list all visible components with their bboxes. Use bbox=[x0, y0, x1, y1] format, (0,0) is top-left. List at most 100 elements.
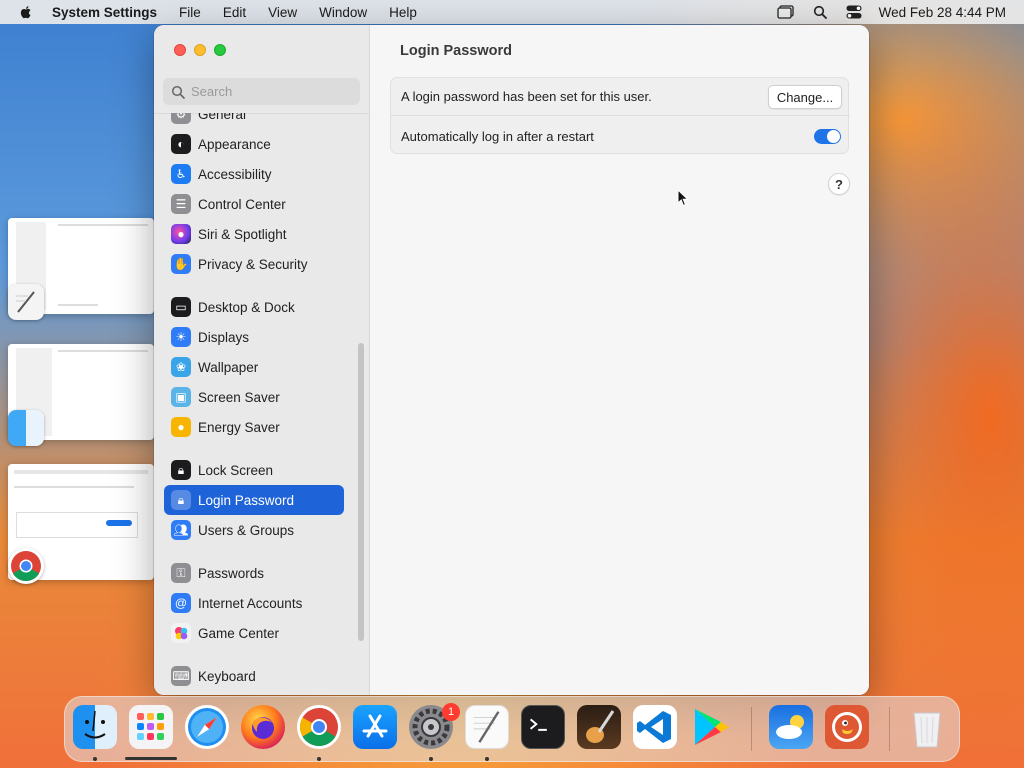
launchpad-indicator bbox=[125, 757, 177, 760]
textedit-app-icon[interactable] bbox=[8, 284, 44, 320]
sidebar-item-label: Keyboard bbox=[198, 668, 256, 684]
keyboard-icon: ⌨ bbox=[171, 666, 191, 686]
chrome-app-icon[interactable] bbox=[8, 548, 44, 584]
dock: 1 bbox=[64, 696, 960, 762]
sidebar-item-label: Displays bbox=[198, 329, 250, 345]
menu-help[interactable]: Help bbox=[389, 5, 417, 20]
window-close-button[interactable] bbox=[174, 44, 186, 56]
sidebar-item-general[interactable]: ⚙ General bbox=[164, 113, 344, 129]
system-settings-window: ⚙ General ◐ Appearance ♿ Accessibility ☰… bbox=[154, 25, 869, 695]
accessibility-icon: ♿ bbox=[171, 164, 191, 184]
sidebar-item-privacy-security[interactable]: ✋ Privacy & Security bbox=[164, 249, 344, 279]
sidebar-item-label: Accessibility bbox=[198, 166, 272, 182]
google-play-dock-icon[interactable] bbox=[689, 705, 733, 749]
firefox-dock-icon[interactable] bbox=[241, 705, 285, 749]
weather-dock-icon[interactable] bbox=[769, 705, 813, 749]
sidebar-item-internet-accounts[interactable]: @ Internet Accounts bbox=[164, 588, 344, 618]
change-password-button[interactable]: Change... bbox=[768, 85, 842, 109]
sidebar-item-login-password[interactable]: 🔒︎ Login Password bbox=[164, 485, 344, 515]
finder-app-icon[interactable] bbox=[8, 410, 44, 446]
users-icon: 👥︎ bbox=[171, 520, 191, 540]
menu-edit[interactable]: Edit bbox=[223, 5, 246, 20]
autologin-row: Automatically log in after a restart bbox=[391, 117, 850, 155]
appearance-icon: ◐ bbox=[171, 134, 191, 154]
control-center-icon[interactable] bbox=[845, 3, 863, 21]
lock-screen-icon: 🔒︎ bbox=[171, 460, 191, 480]
sidebar-item-siri-spotlight[interactable]: ● Siri & Spotlight bbox=[164, 219, 344, 249]
sidebar-item-lock-screen[interactable]: 🔒︎ Lock Screen bbox=[164, 455, 344, 485]
sidebar-item-users-groups[interactable]: 👥︎ Users & Groups bbox=[164, 515, 344, 545]
sidebar-item-label: Siri & Spotlight bbox=[198, 226, 287, 242]
sidebar-item-control-center[interactable]: ☰ Control Center bbox=[164, 189, 344, 219]
menu-app-name[interactable]: System Settings bbox=[52, 5, 157, 20]
autologin-toggle[interactable] bbox=[814, 129, 841, 144]
menu-bar: System Settings File Edit View Window He… bbox=[0, 0, 1024, 24]
siri-icon: ● bbox=[171, 224, 191, 244]
sidebar-item-label: Login Password bbox=[198, 492, 295, 508]
textedit-running-indicator bbox=[485, 757, 489, 761]
menu-view[interactable]: View bbox=[268, 5, 297, 20]
sidebar-item-keyboard[interactable]: ⌨ Keyboard bbox=[164, 661, 344, 691]
terminal-dock-icon[interactable] bbox=[521, 705, 565, 749]
window-minimize-button[interactable] bbox=[194, 44, 206, 56]
launchpad-dock-icon[interactable] bbox=[129, 705, 173, 749]
password-row: A login password has been set for this u… bbox=[391, 78, 850, 116]
chrome-running-indicator bbox=[317, 757, 321, 761]
at-icon: @ bbox=[171, 593, 191, 613]
sidebar-item-passwords[interactable]: ⚿ Passwords bbox=[164, 558, 344, 588]
chrome-dock-icon[interactable] bbox=[297, 705, 341, 749]
stage-manager-icon[interactable] bbox=[777, 3, 795, 21]
finder-dock-icon[interactable] bbox=[73, 705, 117, 749]
content-pane: Login Password A login password has been… bbox=[370, 25, 869, 695]
sidebar-item-label: Privacy & Security bbox=[198, 256, 308, 272]
spotlight-search-icon[interactable] bbox=[811, 3, 829, 21]
textedit-dock-icon[interactable] bbox=[465, 705, 509, 749]
search-icon bbox=[171, 85, 185, 99]
safari-dock-icon[interactable] bbox=[185, 705, 229, 749]
system-settings-badge: 1 bbox=[442, 703, 460, 721]
sidebar-item-label: Screen Saver bbox=[198, 389, 280, 405]
sidebar-item-desktop-dock[interactable]: ▭ Desktop & Dock bbox=[164, 292, 344, 322]
sidebar-scrollbar[interactable] bbox=[358, 343, 364, 641]
search-input[interactable] bbox=[191, 84, 351, 99]
menu-file[interactable]: File bbox=[179, 5, 201, 20]
dock-icon: ▭ bbox=[171, 297, 191, 317]
sidebar-item-energy-saver[interactable]: ● Energy Saver bbox=[164, 412, 344, 442]
gear-icon: ⚙ bbox=[171, 113, 191, 124]
sidebar-item-game-center[interactable]: Game Center bbox=[164, 618, 344, 648]
password-status-label: A login password has been set for this u… bbox=[401, 89, 652, 104]
garageband-dock-icon[interactable] bbox=[577, 705, 621, 749]
finder-running-indicator bbox=[93, 757, 97, 761]
game-center-icon bbox=[171, 623, 191, 643]
menu-clock[interactable]: Wed Feb 28 4:44 PM bbox=[879, 5, 1006, 20]
window-zoom-button[interactable] bbox=[214, 44, 226, 56]
wallpaper-icon: ❀ bbox=[171, 357, 191, 377]
control-center-icon: ☰ bbox=[171, 194, 191, 214]
sidebar-item-accessibility[interactable]: ♿ Accessibility bbox=[164, 159, 344, 189]
vscode-dock-icon[interactable] bbox=[633, 705, 677, 749]
sidebar-item-wallpaper[interactable]: ❀ Wallpaper bbox=[164, 352, 344, 382]
duckduckgo-dock-icon[interactable] bbox=[825, 705, 869, 749]
sidebar-item-label: Passwords bbox=[198, 565, 265, 581]
displays-icon: ☀ bbox=[171, 327, 191, 347]
trash-dock-icon[interactable] bbox=[905, 705, 949, 749]
system-settings-running-indicator bbox=[429, 757, 433, 761]
apple-menu-icon[interactable] bbox=[18, 4, 34, 20]
menu-window[interactable]: Window bbox=[319, 5, 367, 20]
app-store-dock-icon[interactable] bbox=[353, 705, 397, 749]
sidebar-item-label: Appearance bbox=[198, 136, 271, 152]
dock-separator bbox=[751, 707, 752, 751]
sidebar-item-label: Wallpaper bbox=[198, 359, 259, 375]
sidebar-item-label: Lock Screen bbox=[198, 462, 274, 478]
sidebar-item-screen-saver[interactable]: ▣ Screen Saver bbox=[164, 382, 344, 412]
sidebar-item-label: Desktop & Dock bbox=[198, 299, 295, 315]
sidebar-item-label: Users & Groups bbox=[198, 522, 295, 538]
search-field[interactable] bbox=[163, 78, 360, 105]
sidebar-item-label: General bbox=[198, 113, 247, 122]
sidebar-item-label: Control Center bbox=[198, 196, 286, 212]
sidebar-item-displays[interactable]: ☀ Displays bbox=[164, 322, 344, 352]
sidebar-item-appearance[interactable]: ◐ Appearance bbox=[164, 129, 344, 159]
help-button[interactable]: ? bbox=[828, 173, 850, 195]
key-icon: ⚿ bbox=[171, 563, 191, 583]
toggle-knob bbox=[827, 130, 840, 143]
